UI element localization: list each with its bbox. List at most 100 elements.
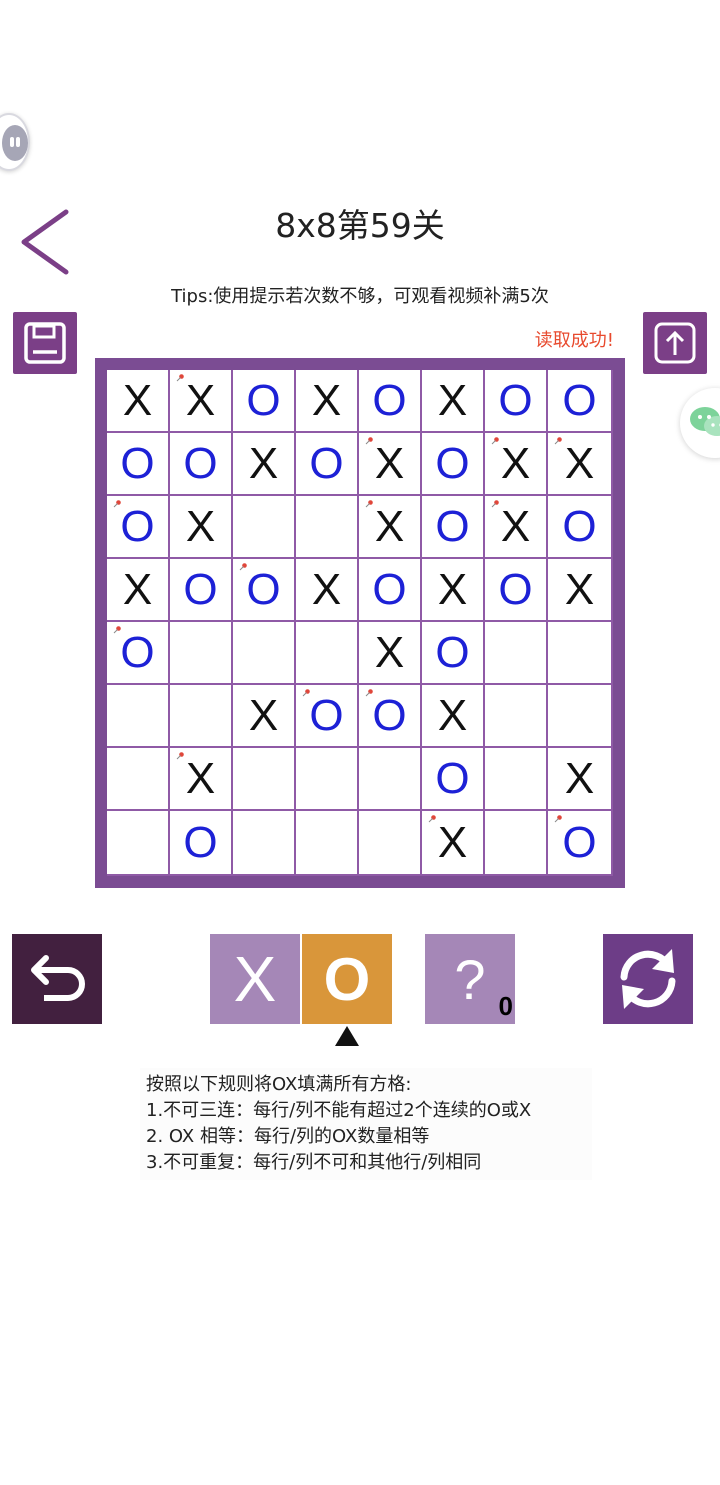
board-cell[interactable]: X [422, 370, 485, 433]
board-cell[interactable]: X [548, 433, 611, 496]
board-cell[interactable]: O [422, 433, 485, 496]
board-cell[interactable]: X [422, 811, 485, 874]
cell-symbol: X [374, 438, 405, 488]
board-cell[interactable] [107, 685, 170, 748]
board-cell[interactable]: O [422, 496, 485, 559]
board-cell[interactable] [233, 496, 296, 559]
save-button[interactable] [13, 312, 77, 374]
board-cell[interactable]: O [359, 685, 422, 748]
board-cell[interactable] [170, 685, 233, 748]
board-cell[interactable]: O [422, 622, 485, 685]
board-cell[interactable]: X [233, 433, 296, 496]
board-cell[interactable]: X [170, 748, 233, 811]
rule-3: 3.不可重复：每行/列不可和其他行/列相同 [146, 1152, 482, 1173]
board-cell[interactable]: O [548, 811, 611, 874]
board-cell[interactable]: O [170, 433, 233, 496]
board-cell[interactable]: O [422, 748, 485, 811]
board-cell[interactable] [485, 622, 548, 685]
board-cell[interactable] [485, 811, 548, 874]
export-button[interactable] [643, 312, 707, 374]
board-cell[interactable] [485, 748, 548, 811]
cell-symbol: X [374, 627, 405, 677]
board-cell[interactable] [548, 622, 611, 685]
board-cell[interactable]: X [548, 748, 611, 811]
cell-symbol: O [183, 817, 218, 867]
board-cell[interactable] [233, 622, 296, 685]
pin-marker-icon [365, 437, 373, 445]
board-cell[interactable]: O [548, 370, 611, 433]
cell-symbol: O [562, 375, 597, 425]
board-cell[interactable]: X [359, 622, 422, 685]
board-cell[interactable]: X [422, 685, 485, 748]
board-cell[interactable]: O [485, 370, 548, 433]
page-title: 8x8第59关 [275, 206, 445, 245]
undo-button[interactable] [12, 934, 102, 1024]
wechat-share-button[interactable] [680, 388, 720, 458]
board-cell[interactable]: X [485, 433, 548, 496]
rules-intro: 按照以下规则将OX填满所有方格: [146, 1074, 412, 1095]
board-cell[interactable]: O [548, 496, 611, 559]
cell-symbol: X [122, 564, 153, 614]
cell-symbol: O [246, 564, 281, 614]
pick-x-button[interactable]: X [210, 934, 300, 1024]
board-cell[interactable]: X [359, 496, 422, 559]
board-cell[interactable] [233, 811, 296, 874]
board-grid: XXOXOXOOOOXOXOXXOXXOXOXOOXOXOXOXOXOOXXOX… [107, 370, 613, 876]
cell-symbol: O [435, 627, 470, 677]
refresh-button[interactable] [603, 934, 693, 1024]
board-cell[interactable]: O [170, 811, 233, 874]
board-cell[interactable] [107, 811, 170, 874]
board-cell[interactable]: X [170, 496, 233, 559]
cell-symbol: O [562, 501, 597, 551]
board-cell[interactable] [107, 748, 170, 811]
board-cell[interactable]: O [107, 622, 170, 685]
board-cell[interactable]: X [107, 370, 170, 433]
board-cell[interactable]: O [170, 559, 233, 622]
board-cell[interactable] [359, 811, 422, 874]
board-cell[interactable]: O [233, 370, 296, 433]
board-cell[interactable]: X [170, 370, 233, 433]
board-cell[interactable] [233, 748, 296, 811]
cell-symbol: O [435, 501, 470, 551]
board-cell[interactable]: O [233, 559, 296, 622]
board-cell[interactable]: X [233, 685, 296, 748]
rule-1: 1.不可三连：每行/列不能有超过2个连续的O或X [146, 1100, 532, 1121]
board-cell[interactable]: X [296, 559, 359, 622]
board-cell[interactable]: O [359, 370, 422, 433]
board-cell[interactable]: O [296, 433, 359, 496]
board-cell[interactable] [296, 748, 359, 811]
board-cell[interactable] [296, 622, 359, 685]
pin-marker-icon [176, 374, 184, 382]
pick-o-button[interactable]: O [302, 934, 392, 1024]
cell-symbol: X [437, 817, 468, 867]
cell-symbol: X [500, 501, 531, 551]
board-cell[interactable]: X [359, 433, 422, 496]
board-cell[interactable]: X [296, 370, 359, 433]
cell-symbol: X [122, 375, 153, 425]
floating-assistant-button[interactable] [0, 113, 30, 171]
board-cell[interactable]: O [107, 433, 170, 496]
board-cell[interactable] [485, 685, 548, 748]
board-cell[interactable]: X [107, 559, 170, 622]
board-cell[interactable]: X [548, 559, 611, 622]
board-cell[interactable]: O [359, 559, 422, 622]
board-cell[interactable]: O [485, 559, 548, 622]
pin-marker-icon [365, 500, 373, 508]
cell-symbol: X [311, 375, 342, 425]
board-cell[interactable] [548, 685, 611, 748]
upload-arrow-icon [654, 322, 696, 364]
board-cell[interactable] [359, 748, 422, 811]
board-cell[interactable]: O [296, 685, 359, 748]
cell-symbol: O [562, 817, 597, 867]
board-cell[interactable]: O [107, 496, 170, 559]
board-cell[interactable] [296, 496, 359, 559]
board-cell[interactable] [170, 622, 233, 685]
pin-marker-icon [365, 689, 373, 697]
board-cell[interactable]: X [422, 559, 485, 622]
cell-symbol: X [437, 690, 468, 740]
pin-marker-icon [239, 563, 247, 571]
hint-button[interactable]: ? 0 [425, 934, 515, 1024]
board-cell[interactable] [296, 811, 359, 874]
board-cell[interactable]: X [485, 496, 548, 559]
wechat-icon [690, 407, 720, 436]
